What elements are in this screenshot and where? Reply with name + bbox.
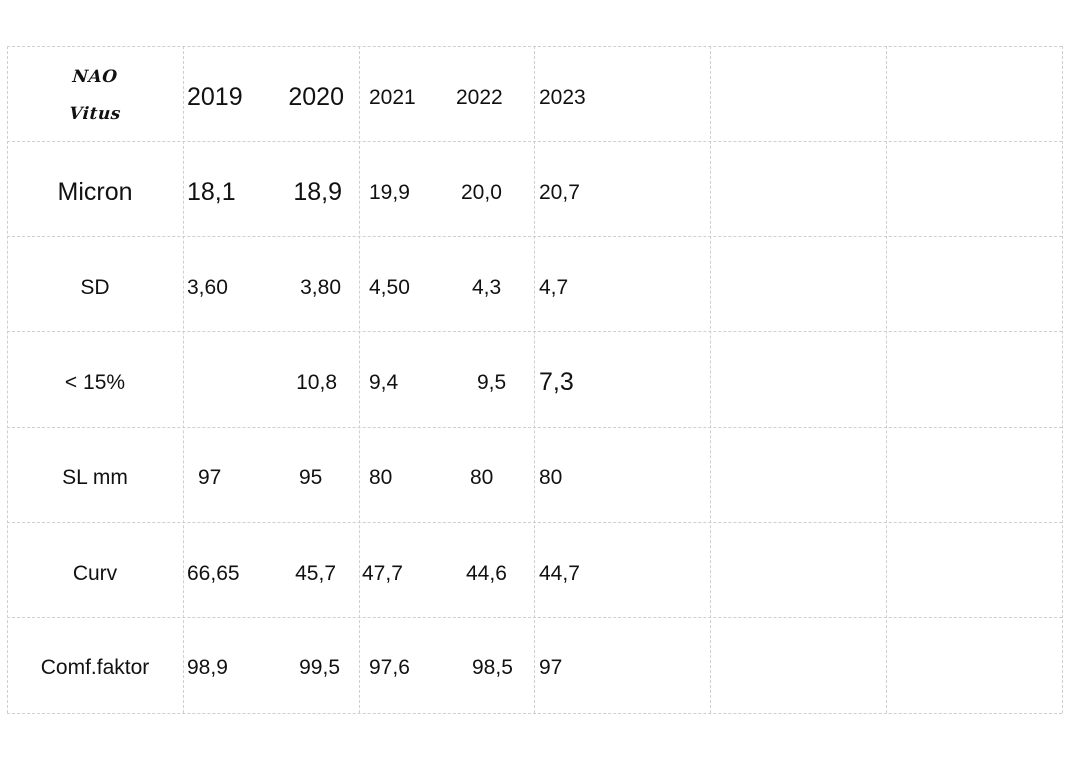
- table-cell: 3,60: [187, 276, 228, 299]
- table-cell: 9,5: [477, 371, 507, 394]
- table-cell: 97: [539, 656, 563, 679]
- row-label: < 15%: [64, 371, 126, 394]
- table-cell: 66,65: [187, 562, 240, 585]
- table-cell: 98,9: [187, 656, 228, 679]
- year-header: 2022: [456, 86, 503, 109]
- table-cell: 4,3: [472, 276, 502, 299]
- table-cell: 4,7: [539, 276, 569, 299]
- row-label: Micron: [57, 178, 133, 206]
- table-cell: 3,80: [300, 276, 341, 299]
- row-label: Comf.faktor: [40, 656, 150, 679]
- data-table: NAO Vitus 2019 2020 2021 2022 2023 Micro…: [0, 0, 1076, 761]
- grid-line: [359, 46, 360, 713]
- table-cell: 7,3: [539, 368, 574, 396]
- table-cell: 20,7: [539, 181, 580, 204]
- grid-line: [183, 46, 184, 713]
- table-cell: 44,6: [466, 562, 507, 585]
- grid-line: [1062, 46, 1063, 713]
- table-cell: 80: [539, 466, 563, 489]
- year-header: 2021: [369, 86, 416, 109]
- year-header: 2019: [187, 83, 243, 111]
- table-cell: 97,6: [369, 656, 410, 679]
- year-header: 2023: [539, 86, 586, 109]
- table-cell: 80: [470, 466, 494, 489]
- table-cell: 18,9: [293, 178, 342, 206]
- table-cell: 95: [299, 466, 323, 489]
- table-cell: 18,1: [187, 178, 236, 206]
- table-cell: 4,50: [369, 276, 410, 299]
- table-cell: 98,5: [472, 656, 513, 679]
- grid-line: [886, 46, 887, 713]
- row-label: Curv: [72, 562, 118, 585]
- table-cell: 99,5: [299, 656, 340, 679]
- table-cell: 10,8: [296, 371, 337, 394]
- grid-line: [534, 46, 535, 713]
- row-label: SL mm: [62, 466, 128, 489]
- table-cell: 45,7: [295, 562, 336, 585]
- grid-line: [7, 713, 1062, 714]
- grid-line: [7, 46, 8, 713]
- table-cell: 97: [198, 466, 222, 489]
- table-cell: 9,4: [369, 371, 399, 394]
- table-cell: 44,7: [539, 562, 580, 585]
- table-cell: 19,9: [369, 181, 410, 204]
- corner-title-line1: NAO: [71, 67, 119, 87]
- row-label: SD: [80, 276, 110, 299]
- corner-title-line2: Vitus: [68, 104, 122, 124]
- grid-line: [710, 46, 711, 713]
- table-cell: 80: [369, 466, 393, 489]
- table-cell: 47,7: [362, 562, 403, 585]
- table-cell: 20,0: [461, 181, 502, 204]
- year-header: 2020: [288, 83, 344, 111]
